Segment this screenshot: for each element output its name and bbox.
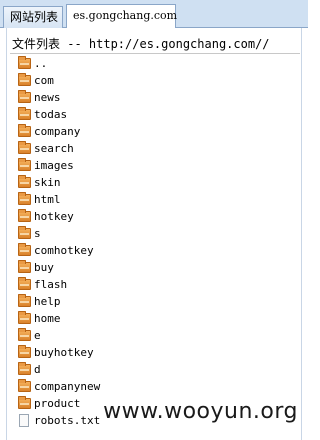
folder-icon xyxy=(18,226,31,239)
file-icon xyxy=(19,414,29,427)
folder-item[interactable]: buyhotkey xyxy=(18,344,288,361)
folder-icon xyxy=(18,209,31,222)
folder-icon xyxy=(18,345,31,358)
item-name: flash xyxy=(34,278,68,291)
item-name: home xyxy=(34,312,61,325)
folder-item[interactable]: s xyxy=(18,225,288,242)
item-name: hotkey xyxy=(34,210,74,223)
folder-item[interactable]: com xyxy=(18,72,288,89)
header-divider xyxy=(10,53,300,54)
tab-site-list[interactable]: 网站列表 xyxy=(3,6,63,28)
folder-item[interactable]: todas xyxy=(18,106,288,123)
item-name: robots.txt xyxy=(34,414,101,427)
folder-item[interactable]: home xyxy=(18,310,288,327)
folder-item[interactable]: flash xyxy=(18,276,288,293)
folder-icon xyxy=(18,328,31,341)
folder-item[interactable]: comhotkey xyxy=(18,242,288,259)
folder-icon xyxy=(18,175,31,188)
folder-item[interactable]: news xyxy=(18,89,288,106)
folder-icon xyxy=(18,158,31,171)
item-name: skin xyxy=(34,176,61,189)
folder-icon xyxy=(18,362,31,375)
item-name: s xyxy=(34,227,41,240)
folder-icon xyxy=(18,192,31,205)
folder-item[interactable]: hotkey xyxy=(18,208,288,225)
folder-icon xyxy=(18,141,31,154)
folder-icon xyxy=(18,311,31,324)
folder-item[interactable]: .. xyxy=(18,55,288,72)
folder-icon xyxy=(18,260,31,273)
folder-icon xyxy=(18,56,31,69)
watermark: www.wooyun.org xyxy=(103,399,298,424)
folder-item[interactable]: company xyxy=(18,123,288,140)
folder-item[interactable]: skin xyxy=(18,174,288,191)
item-name: com xyxy=(34,74,54,87)
item-name: buyhotkey xyxy=(34,346,94,359)
folder-icon xyxy=(18,73,31,86)
folder-item[interactable]: help xyxy=(18,293,288,310)
folder-icon xyxy=(18,379,31,392)
item-name: help xyxy=(34,295,61,308)
folder-item[interactable]: images xyxy=(18,157,288,174)
item-name: html xyxy=(34,193,61,206)
folder-item[interactable]: search xyxy=(18,140,288,157)
folder-icon xyxy=(18,277,31,290)
item-name: comhotkey xyxy=(34,244,94,257)
item-name: images xyxy=(34,159,74,172)
item-name: product xyxy=(34,397,81,410)
folder-item[interactable]: e xyxy=(18,327,288,344)
item-name: company xyxy=(34,125,81,138)
item-name: news xyxy=(34,91,61,104)
tab-es-gongchang[interactable]: es.gongchang.com xyxy=(66,4,177,29)
item-name: d xyxy=(34,363,41,376)
item-name: search xyxy=(34,142,74,155)
file-list: .. com news todas company search images skin htm… xyxy=(18,55,288,429)
item-name: buy xyxy=(34,261,54,274)
folder-icon xyxy=(18,107,31,120)
folder-icon xyxy=(18,294,31,307)
item-name: companynew xyxy=(34,380,101,393)
folder-icon xyxy=(18,124,31,137)
folder-item[interactable]: buy xyxy=(18,259,288,276)
folder-icon xyxy=(18,396,31,409)
folder-item[interactable]: html xyxy=(18,191,288,208)
folder-icon xyxy=(18,90,31,103)
item-name: todas xyxy=(34,108,68,121)
item-name: .. xyxy=(34,57,48,70)
file-list-header: 文件列表 -- http://es.gongchang.com// xyxy=(12,37,270,51)
item-name: e xyxy=(34,329,41,342)
tab-bar: 网站列表 es.gongchang.com xyxy=(0,0,308,29)
folder-item[interactable]: companynew xyxy=(18,378,288,395)
folder-icon xyxy=(18,243,31,256)
folder-item[interactable]: d xyxy=(18,361,288,378)
